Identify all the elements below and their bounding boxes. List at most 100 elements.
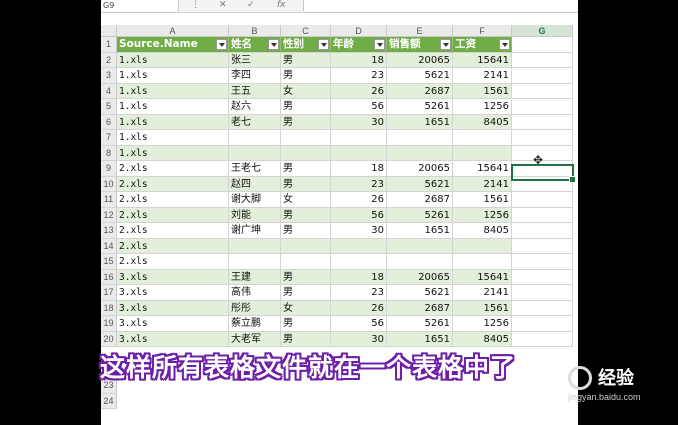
table-cell[interactable]: 20065 xyxy=(387,161,453,177)
table-cell[interactable]: 20065 xyxy=(387,269,453,285)
header-cell[interactable]: 工资 xyxy=(453,37,512,53)
table-cell[interactable]: 女 xyxy=(281,83,331,99)
table-cell[interactable]: 男 xyxy=(281,161,331,177)
table-cell[interactable]: 18 xyxy=(331,161,387,177)
row-number[interactable]: 10 xyxy=(101,176,117,192)
table-cell[interactable]: 男 xyxy=(281,68,331,84)
table-cell[interactable]: 3.xls xyxy=(117,300,229,316)
row-number[interactable]: 1 xyxy=(101,37,117,53)
column-header-c[interactable]: C xyxy=(281,25,331,37)
table-cell[interactable] xyxy=(453,254,512,270)
select-all-corner[interactable] xyxy=(101,25,117,37)
table-cell[interactable]: 3.xls xyxy=(117,285,229,301)
table-cell[interactable]: 刘能 xyxy=(229,207,281,223)
table-cell[interactable]: 2141 xyxy=(453,285,512,301)
table-cell[interactable]: 3.xls xyxy=(117,316,229,332)
table-cell[interactable]: 30 xyxy=(331,114,387,130)
table-cell[interactable] xyxy=(512,99,573,115)
table-cell[interactable] xyxy=(229,145,281,161)
table-cell[interactable]: 1.xls xyxy=(117,130,229,146)
table-cell[interactable]: 2.xls xyxy=(117,223,229,239)
table-cell[interactable]: 8405 xyxy=(453,331,512,347)
table-cell[interactable]: 1651 xyxy=(387,223,453,239)
table-cell[interactable]: 5621 xyxy=(387,68,453,84)
table-cell[interactable]: 23 xyxy=(331,176,387,192)
filter-dropdown-icon[interactable] xyxy=(499,39,510,50)
table-cell[interactable]: 男 xyxy=(281,269,331,285)
table-cell[interactable] xyxy=(229,254,281,270)
row-number[interactable]: 15 xyxy=(101,254,117,270)
table-cell[interactable] xyxy=(512,316,573,332)
cancel-icon[interactable]: ✕ xyxy=(219,0,227,11)
header-cell[interactable]: Source.Name xyxy=(117,37,229,53)
table-cell[interactable] xyxy=(453,130,512,146)
table-cell[interactable]: 女 xyxy=(281,300,331,316)
table-cell[interactable]: 5621 xyxy=(387,285,453,301)
table-cell[interactable] xyxy=(331,145,387,161)
table-cell[interactable]: 1256 xyxy=(453,207,512,223)
table-cell[interactable] xyxy=(512,52,573,68)
table-cell[interactable]: 1561 xyxy=(453,192,512,208)
table-cell[interactable]: 男 xyxy=(281,99,331,115)
table-cell[interactable]: 张三 xyxy=(229,52,281,68)
table-cell[interactable]: 1.xls xyxy=(117,145,229,161)
table-cell[interactable] xyxy=(331,254,387,270)
confirm-icon[interactable]: ✓ xyxy=(247,0,255,11)
column-header-g[interactable]: G xyxy=(512,25,573,37)
table-cell[interactable]: 2.xls xyxy=(117,254,229,270)
table-cell[interactable] xyxy=(512,223,573,239)
table-cell[interactable]: 女 xyxy=(281,192,331,208)
table-cell[interactable]: 15641 xyxy=(453,269,512,285)
table-cell[interactable]: 男 xyxy=(281,176,331,192)
table-cell[interactable] xyxy=(331,238,387,254)
table-cell[interactable]: 李四 xyxy=(229,68,281,84)
table-cell[interactable]: 1.xls xyxy=(117,52,229,68)
table-cell[interactable]: 1.xls xyxy=(117,99,229,115)
table-cell[interactable]: 56 xyxy=(331,99,387,115)
row-number[interactable]: 14 xyxy=(101,238,117,254)
table-cell[interactable]: 王建 xyxy=(229,269,281,285)
table-cell[interactable] xyxy=(387,238,453,254)
table-cell[interactable]: 王老七 xyxy=(229,161,281,177)
filter-dropdown-icon[interactable] xyxy=(318,39,329,50)
row-number[interactable]: 8 xyxy=(101,145,117,161)
table-cell[interactable] xyxy=(387,130,453,146)
table-cell[interactable]: 2.xls xyxy=(117,161,229,177)
table-cell[interactable]: 5261 xyxy=(387,207,453,223)
table-cell[interactable]: 8405 xyxy=(453,223,512,239)
filter-dropdown-icon[interactable] xyxy=(216,39,227,50)
table-cell[interactable]: 5261 xyxy=(387,99,453,115)
table-cell[interactable]: 3.xls xyxy=(117,331,229,347)
table-cell[interactable] xyxy=(512,207,573,223)
table-cell[interactable]: 3.xls xyxy=(117,269,229,285)
table-cell[interactable] xyxy=(512,300,573,316)
table-cell[interactable]: 1561 xyxy=(453,300,512,316)
row-number[interactable]: 12 xyxy=(101,207,117,223)
table-cell[interactable] xyxy=(512,68,573,84)
table-cell[interactable]: 老七 xyxy=(229,114,281,130)
table-cell[interactable]: 30 xyxy=(331,331,387,347)
row-number[interactable]: 5 xyxy=(101,99,117,115)
table-cell[interactable]: 1651 xyxy=(387,114,453,130)
header-cell[interactable]: 姓名 xyxy=(229,37,281,53)
row-number[interactable]: 18 xyxy=(101,300,117,316)
table-cell[interactable]: 男 xyxy=(281,223,331,239)
table-cell[interactable] xyxy=(512,83,573,99)
row-number[interactable]: 7 xyxy=(101,130,117,146)
table-cell[interactable]: 2141 xyxy=(453,68,512,84)
row-number[interactable]: 9 xyxy=(101,161,117,177)
header-cell[interactable]: 年龄 xyxy=(331,37,387,53)
row-number[interactable]: 4 xyxy=(101,83,117,99)
table-cell[interactable]: 5261 xyxy=(387,316,453,332)
row-number[interactable]: 20 xyxy=(101,331,117,347)
table-cell[interactable]: 23 xyxy=(331,285,387,301)
table-cell[interactable] xyxy=(387,145,453,161)
table-cell[interactable] xyxy=(453,145,512,161)
table-cell[interactable] xyxy=(512,254,573,270)
table-cell[interactable]: 56 xyxy=(331,316,387,332)
table-cell[interactable] xyxy=(512,37,573,53)
table-cell[interactable]: 谢大脚 xyxy=(229,192,281,208)
table-cell[interactable]: 5621 xyxy=(387,176,453,192)
table-cell[interactable]: 大老军 xyxy=(229,331,281,347)
table-cell[interactable]: 23 xyxy=(331,68,387,84)
